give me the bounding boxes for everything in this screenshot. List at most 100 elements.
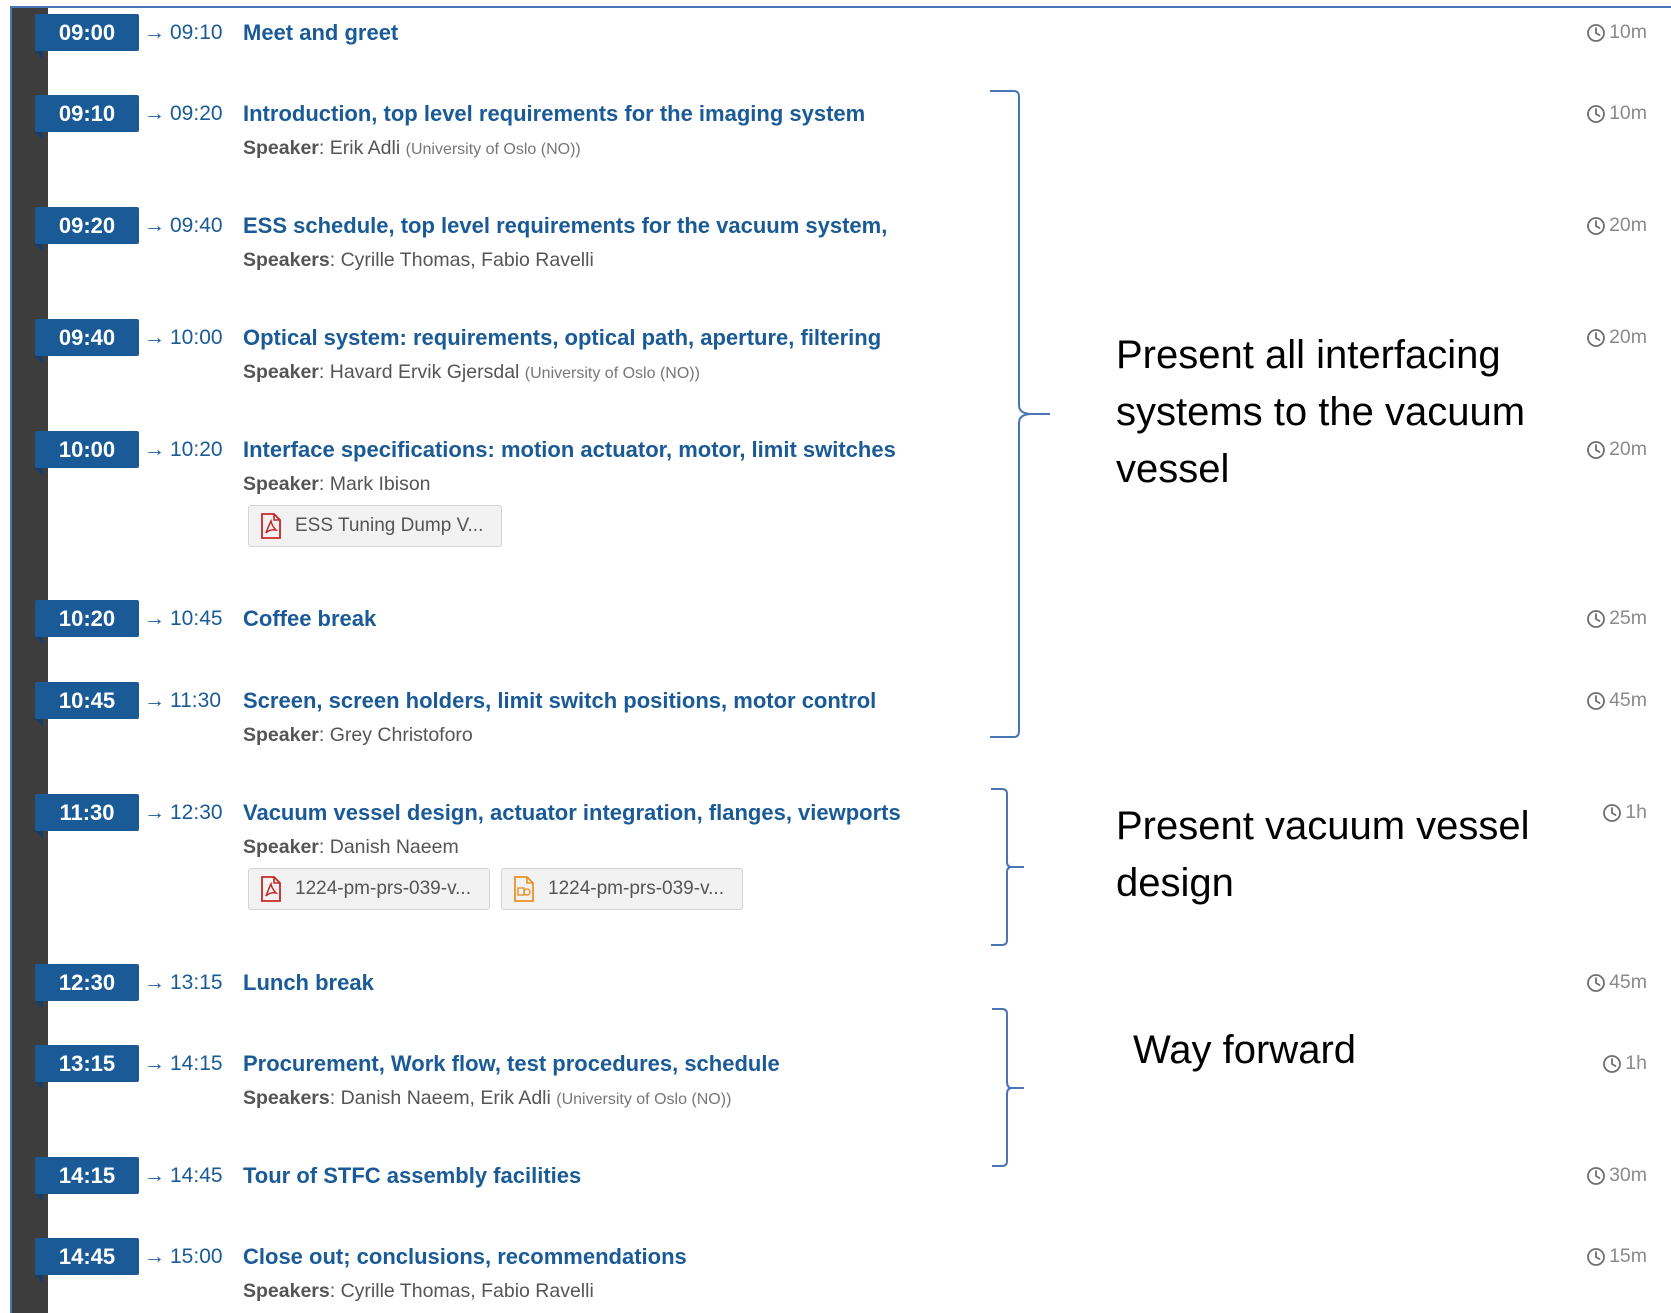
contribution-title-link[interactable]: Meet and greet <box>243 14 398 51</box>
end-time-value: 14:45 <box>170 1164 223 1187</box>
speaker-line: Speaker: Havard Ervik Gjersdal (Universi… <box>243 361 700 383</box>
end-time: → 09:20 <box>144 95 223 132</box>
contribution-title-link[interactable]: Coffee break <box>243 600 376 637</box>
end-time-value: 13:15 <box>170 971 223 994</box>
duration-value: 45m <box>1609 689 1647 711</box>
speaker-names: Danish Naeem <box>329 836 459 858</box>
speaker-label: Speaker <box>243 836 319 858</box>
end-time-value: 09:20 <box>170 102 223 125</box>
contribution-title-link[interactable]: Close out; conclusions, recommendations <box>243 1238 687 1275</box>
speaker-line: Speakers: Cyrille Thomas, Fabio Ravelli <box>243 1280 594 1302</box>
arrow-icon: → <box>144 801 165 824</box>
duration: 20m <box>1586 319 1647 356</box>
contribution-title-link[interactable]: Lunch break <box>243 964 374 1001</box>
end-time-value: 09:40 <box>170 214 223 237</box>
speaker-label: Speaker <box>243 473 319 495</box>
attachments: ESS Tuning Dump V... <box>248 505 503 549</box>
end-time: → 09:40 <box>144 207 223 244</box>
speaker-names: Havard Ervik Gjersdal <box>329 361 520 383</box>
contribution-title-link[interactable]: Procurement, Work flow, test procedures,… <box>243 1045 780 1082</box>
contribution-title-link[interactable]: Vacuum vessel design, actuator integrati… <box>243 794 901 831</box>
annotation-vessel: Present vacuum vessel design <box>1116 804 1530 905</box>
end-time-value: 09:10 <box>170 21 223 44</box>
attachment-button[interactable]: 1224-pm-prs-039-v... <box>501 868 743 910</box>
clock-icon <box>1587 104 1605 123</box>
speaker-line: Speaker: Erik Adli (University of Oslo (… <box>243 137 581 159</box>
duration: 1h <box>1602 1045 1647 1082</box>
clock-icon <box>1587 328 1605 347</box>
contribution-title-link[interactable]: Introduction, top level requirements for… <box>243 95 865 132</box>
start-time-badge: 11:30 <box>35 794 139 839</box>
duration-value: 20m <box>1609 214 1647 236</box>
contribution-title-link[interactable]: Optical system: requirements, optical pa… <box>243 319 881 356</box>
end-time: → 14:15 <box>144 1045 223 1082</box>
end-time-value: 11:30 <box>170 689 221 712</box>
speaker-label: Speaker <box>243 724 319 746</box>
attachment-name: 1224-pm-prs-039-v... <box>295 878 471 899</box>
annotation-interfacing: Present all interfacing systems to the v… <box>1116 333 1526 491</box>
contribution-title-link[interactable]: Interface specifications: motion actuato… <box>243 431 896 468</box>
end-time-value: 10:45 <box>170 607 223 630</box>
arrow-icon: → <box>144 326 165 349</box>
start-time-badge: 09:20 <box>35 207 139 252</box>
speaker-names: Mark Ibison <box>329 473 431 495</box>
pdf-file-icon <box>261 513 281 539</box>
speaker-names: Danish Naeem, Erik Adli <box>340 1087 551 1109</box>
speaker-label: Speaker <box>243 137 319 159</box>
speaker-line: Speakers: Danish Naeem, Erik Adli (Unive… <box>243 1087 732 1109</box>
start-time-badge: 10:20 <box>35 600 139 645</box>
duration-value: 45m <box>1609 971 1647 993</box>
end-time-value: 14:15 <box>170 1052 223 1075</box>
speaker-affiliation: (University of Oslo (NO)) <box>524 365 700 382</box>
arrow-icon: → <box>144 1245 165 1268</box>
arrow-icon: → <box>144 1052 165 1075</box>
end-time: → 14:45 <box>144 1157 223 1194</box>
end-time: → 15:00 <box>144 1238 223 1275</box>
contribution-title-link[interactable]: Tour of STFC assembly facilities <box>243 1157 581 1194</box>
arrow-icon: → <box>144 214 165 237</box>
contribution-title-link[interactable]: Screen, screen holders, limit switch pos… <box>243 682 876 719</box>
duration: 20m <box>1586 431 1647 468</box>
end-time-value: 12:30 <box>170 801 223 824</box>
clock-icon <box>1587 440 1605 459</box>
end-time: → 11:30 <box>144 682 221 719</box>
arrow-icon: → <box>144 438 165 461</box>
end-time: → 13:15 <box>144 964 223 1001</box>
start-time-badge: 09:10 <box>35 95 139 140</box>
speaker-names: Erik Adli <box>329 137 401 159</box>
attachments: 1224-pm-prs-039-v... 1224-pm-prs-039-v... <box>248 868 743 912</box>
end-time: → 10:45 <box>144 600 223 637</box>
end-time: → 12:30 <box>144 794 223 831</box>
arrow-icon: → <box>144 689 165 712</box>
pdf-file-icon <box>261 876 281 902</box>
duration-value: 10m <box>1609 102 1647 124</box>
duration-value: 10m <box>1609 21 1647 43</box>
arrow-icon: → <box>144 21 165 44</box>
clock-icon <box>1587 1247 1605 1266</box>
duration-value: 15m <box>1609 1245 1647 1267</box>
duration: 30m <box>1586 1157 1647 1194</box>
presentation-file-icon <box>514 876 534 902</box>
attachment-name: 1224-pm-prs-039-v... <box>548 878 724 899</box>
speaker-names: Cyrille Thomas, Fabio Ravelli <box>340 1280 594 1302</box>
duration-value: 1h <box>1625 1052 1647 1074</box>
attachment-button[interactable]: ESS Tuning Dump V... <box>248 505 503 547</box>
duration: 1h <box>1602 794 1647 831</box>
start-time-badge: 10:00 <box>35 431 139 476</box>
end-time: → 10:00 <box>144 319 223 356</box>
attachment-button[interactable]: 1224-pm-prs-039-v... <box>248 868 490 910</box>
duration: 45m <box>1586 682 1647 719</box>
speaker-label: Speakers <box>243 1280 330 1302</box>
contribution-title-link[interactable]: ESS schedule, top level requirements for… <box>243 207 887 244</box>
clock-icon <box>1603 803 1622 822</box>
duration: 20m <box>1586 207 1647 244</box>
annotation-forward: Way forward <box>1133 1028 1357 1072</box>
speaker-label: Speaker <box>243 361 319 383</box>
duration: 10m <box>1586 14 1647 51</box>
arrow-icon: → <box>144 971 165 994</box>
start-time-badge: 14:15 <box>35 1157 139 1202</box>
duration: 45m <box>1586 964 1647 1001</box>
duration: 10m <box>1586 95 1647 132</box>
clock-icon <box>1587 973 1605 992</box>
speaker-line: Speaker: Grey Christoforo <box>243 724 473 746</box>
